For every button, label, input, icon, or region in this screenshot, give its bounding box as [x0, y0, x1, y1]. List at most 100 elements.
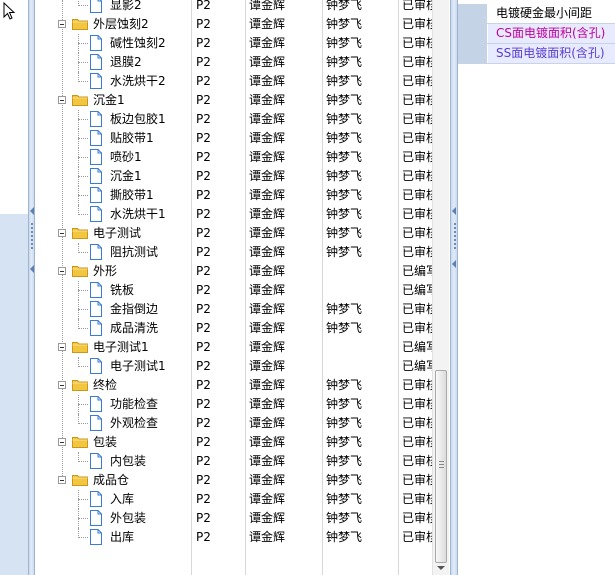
- left-pane-lower: [0, 214, 28, 575]
- tree-guide-line: [78, 300, 79, 319]
- tree-node-label: 贴胶带1: [110, 131, 154, 145]
- tree-guide-line: [78, 205, 79, 215]
- vertical-scrollbar[interactable]: [432, 0, 449, 575]
- tree-item-row[interactable]: 显影2 P2 谭金辉 钟梦飞 已审核: [35, 0, 432, 15]
- code-cell: P2: [196, 93, 211, 107]
- author-cell: 谭金辉: [249, 302, 286, 316]
- tree-item-row[interactable]: 出库 P2 谭金辉 钟梦飞 已审核: [35, 528, 432, 547]
- tree-item-row[interactable]: 撕胶带1 P2 谭金辉 钟梦飞 已审核: [35, 186, 432, 205]
- tree-node-label: 出库: [110, 530, 135, 544]
- parameter-row[interactable]: 电镀硬金最小间距: [458, 4, 615, 24]
- tree-branch-line: [78, 404, 88, 405]
- author-cell: 谭金辉: [249, 321, 286, 335]
- parameter-row[interactable]: SS面电镀面积(含孔): [458, 44, 615, 64]
- reviewer-cell: 钟梦飞: [326, 93, 363, 107]
- collapse-right-arrow-icon[interactable]: [452, 260, 456, 268]
- tree-branch-line: [78, 195, 88, 196]
- tree-folder-row[interactable]: 成品仓 P2 谭金辉 钟梦飞 已审核: [35, 471, 432, 490]
- tree-folder-row[interactable]: 终检 P2 谭金辉 钟梦飞 已审核: [35, 376, 432, 395]
- tree-item-row[interactable]: 水洗烘干2 P2 谭金辉 钟梦飞 已审核: [35, 72, 432, 91]
- tree-item-row[interactable]: 水洗烘干1 P2 谭金辉 钟梦飞 已审核: [35, 205, 432, 224]
- reviewer-cell: 钟梦飞: [326, 226, 363, 240]
- parameter-label: 电镀硬金最小间距: [496, 6, 593, 20]
- code-cell: P2: [196, 397, 211, 411]
- tree-item-row[interactable]: 喷砂1 P2 谭金辉 钟梦飞 已审核: [35, 148, 432, 167]
- tree-folder-row[interactable]: 外层蚀刻2 P2 谭金辉 钟梦飞 已审核: [35, 15, 432, 34]
- collapse-left-arrow-icon[interactable]: [30, 265, 34, 273]
- left-splitter[interactable]: [28, 0, 35, 575]
- tree-item-row[interactable]: 铣板 P2 谭金辉 已编写: [35, 281, 432, 300]
- status-cell: 已审核: [402, 378, 432, 392]
- document-icon: [90, 244, 102, 260]
- tree-item-row[interactable]: 沉金1 P2 谭金辉 钟梦飞 已审核: [35, 167, 432, 186]
- collapse-toggle-icon[interactable]: [58, 476, 66, 484]
- collapse-toggle-icon[interactable]: [58, 267, 66, 275]
- tree-item-row[interactable]: 金指倒边 P2 谭金辉 钟梦飞 已审核: [35, 300, 432, 319]
- tree-node-label: 退膜2: [110, 55, 142, 69]
- collapse-left-arrow-icon[interactable]: [30, 207, 34, 215]
- code-cell: P2: [196, 112, 211, 126]
- tree-item-row[interactable]: 功能检查 P2 谭金辉 钟梦飞 已审核: [35, 395, 432, 414]
- tree-folder-row[interactable]: 沉金1 P2 谭金辉 钟梦飞 已审核: [35, 91, 432, 110]
- tree-item-row[interactable]: 退膜2 P2 谭金辉 钟梦飞 已审核: [35, 53, 432, 72]
- reviewer-cell: 钟梦飞: [326, 454, 363, 468]
- reviewer-cell: 钟梦飞: [326, 169, 363, 183]
- tree-item-row[interactable]: 贴胶带1 P2 谭金辉 钟梦飞 已审核: [35, 129, 432, 148]
- tree-item-row[interactable]: 内包装 P2 谭金辉 钟梦飞 已审核: [35, 452, 432, 471]
- folder-icon: [72, 436, 88, 448]
- code-cell: P2: [196, 264, 211, 278]
- tree-guide-line: [78, 509, 79, 528]
- tree-item-row[interactable]: 成品清洗 P2 谭金辉 钟梦飞 已审核: [35, 319, 432, 338]
- document-icon: [90, 206, 102, 222]
- scroll-down-arrow-icon[interactable]: [437, 566, 445, 570]
- tree-item-row[interactable]: 外包装 P2 谭金辉 钟梦飞 已审核: [35, 509, 432, 528]
- author-cell: 谭金辉: [249, 359, 286, 373]
- tree-item-row[interactable]: 碱性蚀刻2 P2 谭金辉 钟梦飞 已审核: [35, 34, 432, 53]
- tree-item-row[interactable]: 电子测试1 P2 谭金辉 已编写: [35, 357, 432, 376]
- author-cell: 谭金辉: [249, 378, 286, 392]
- author-cell: 谭金辉: [249, 0, 286, 12]
- status-cell: 已审核: [402, 245, 432, 259]
- tree-item-row[interactable]: 板边包胶1 P2 谭金辉 钟梦飞 已审核: [35, 110, 432, 129]
- code-cell: P2: [196, 207, 211, 221]
- collapse-toggle-icon[interactable]: [58, 343, 66, 351]
- folder-icon: [72, 94, 88, 106]
- author-cell: 谭金辉: [249, 17, 286, 31]
- tree-folder-row[interactable]: 包装 P2 谭金辉 钟梦飞 已审核: [35, 433, 432, 452]
- reviewer-cell: 钟梦飞: [326, 207, 363, 221]
- document-icon: [90, 415, 102, 431]
- tree-branch-line: [78, 81, 88, 82]
- tree-branch-line: [78, 290, 88, 291]
- author-cell: 谭金辉: [249, 207, 286, 221]
- process-tree-grid[interactable]: 显影2P2谭金辉钟梦飞已审核外层蚀刻2P2谭金辉钟梦飞已审核碱性蚀刻2P2谭金辉…: [35, 0, 432, 575]
- tree-item-row[interactable]: 入库 P2 谭金辉 钟梦飞 已审核: [35, 490, 432, 509]
- tree-guide-line: [78, 528, 79, 538]
- collapse-toggle-icon[interactable]: [58, 20, 66, 28]
- scrollbar-thumb[interactable]: [435, 370, 447, 563]
- code-cell: P2: [196, 150, 211, 164]
- document-icon: [90, 0, 102, 13]
- tree-branch-line: [78, 138, 88, 139]
- code-cell: P2: [196, 36, 211, 50]
- tree-folder-row[interactable]: 电子测试1 P2 谭金辉 已编写: [35, 338, 432, 357]
- tree-folder-row[interactable]: 外形 P2 谭金辉 已编写: [35, 262, 432, 281]
- collapse-toggle-icon[interactable]: [58, 381, 66, 389]
- parameter-label: SS面电镀面积(含孔): [488, 44, 615, 63]
- reviewer-cell: 钟梦飞: [326, 36, 363, 50]
- collapse-toggle-icon[interactable]: [58, 96, 66, 104]
- code-cell: P2: [196, 359, 211, 373]
- tree-node-label: 外形: [93, 264, 118, 278]
- tree-item-row[interactable]: 外观检查 P2 谭金辉 钟梦飞 已审核: [35, 414, 432, 433]
- row-header: [458, 24, 487, 43]
- folder-icon: [72, 18, 88, 30]
- collapse-toggle-icon[interactable]: [58, 438, 66, 446]
- tree-folder-row[interactable]: 电子测试 P2 谭金辉 钟梦飞 已审核: [35, 224, 432, 243]
- collapse-right-arrow-icon[interactable]: [452, 207, 456, 215]
- tree-item-row[interactable]: 阻抗测试 P2 谭金辉 钟梦飞 已审核: [35, 243, 432, 262]
- right-splitter[interactable]: [450, 0, 458, 575]
- reviewer-cell: 钟梦飞: [326, 74, 363, 88]
- parameter-row[interactable]: CS面电镀面积(含孔): [458, 24, 615, 44]
- row-header: [458, 44, 487, 63]
- status-cell: 已审核: [402, 454, 432, 468]
- collapse-toggle-icon[interactable]: [58, 229, 66, 237]
